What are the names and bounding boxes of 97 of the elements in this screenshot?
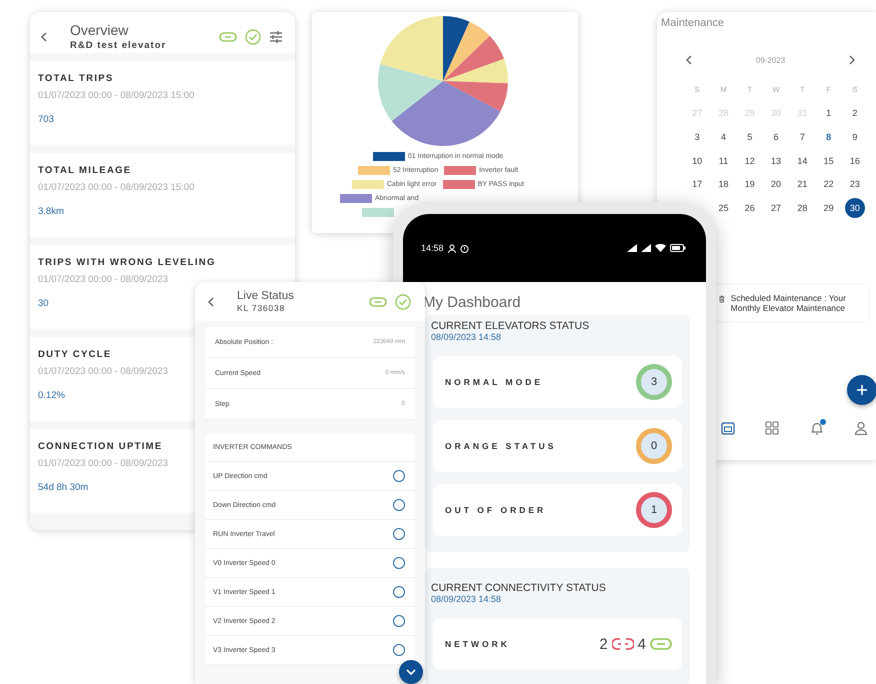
status-label: OUT OF ORDER	[445, 505, 546, 515]
calendar-day[interactable]: 5	[747, 126, 752, 147]
back-icon[interactable]	[207, 296, 215, 308]
calendar-day[interactable]: 6	[774, 126, 779, 147]
radio-button[interactable]	[393, 557, 405, 569]
metric-value: 3.8km	[38, 206, 64, 217]
calendar-day[interactable]: 22	[824, 174, 834, 194]
metric-label: TRIPS WITH WRONG LEVELING	[38, 257, 216, 268]
section-title: CURRENT CONNECTIVITY STATUS	[431, 582, 607, 594]
link-icon	[219, 30, 237, 42]
calendar-day[interactable]: 11	[718, 150, 728, 171]
calendar-day[interactable]: 20	[771, 174, 782, 194]
calendar-icon	[721, 420, 735, 435]
calendar-day[interactable]: 21	[797, 174, 808, 194]
trash-icon[interactable]	[719, 292, 725, 305]
metric-period: 01/07/2023 00:00 - 08/09/2023 15:00	[38, 182, 194, 193]
calendar-day[interactable]: 17	[692, 174, 702, 194]
clock-time: 14:58	[421, 243, 444, 253]
screen-title: Maintenance	[660, 17, 725, 29]
status-label: NORMAL MODE	[445, 377, 544, 387]
back-icon[interactable]	[40, 30, 48, 42]
calendar-day[interactable]: 19	[744, 174, 755, 194]
calendar-day[interactable]: 15	[824, 150, 834, 171]
radio-button[interactable]	[393, 499, 405, 511]
radio-button[interactable]	[393, 528, 405, 540]
calendar-day[interactable]: 4	[720, 126, 726, 147]
metric-label: TOTAL MILEAGE	[38, 165, 132, 176]
check-circle-icon	[245, 28, 261, 44]
notification-text: Scheduled Maintenance : Your Monthly Elevator Maintenance	[730, 292, 847, 313]
metric-period: 01/07/2023 00:00 - 08/09/2023	[38, 458, 168, 469]
calendar-day[interactable]: 12	[744, 150, 755, 171]
calendar-day[interactable]: 2	[852, 103, 858, 124]
radio-button[interactable]	[393, 615, 405, 627]
metric-label: CONNECTION UPTIME	[38, 441, 162, 452]
alarm-icon	[460, 244, 469, 252]
calendar-day[interactable]: 27	[771, 198, 782, 218]
calendar-day[interactable]: 16	[850, 150, 860, 171]
metric-value: 703	[38, 114, 54, 125]
metric-label: DUTY CYCLE	[38, 349, 112, 360]
calendar-day[interactable]: 25	[718, 198, 728, 218]
bell-icon	[810, 420, 824, 435]
add-button[interactable]	[847, 374, 876, 405]
action-button[interactable]	[399, 660, 423, 684]
calendar-day[interactable]: 29	[824, 198, 834, 218]
elevator-code: KL 736038	[237, 303, 286, 313]
metric-period: 01/07/2023 00:00 - 08/09/2023	[38, 274, 168, 285]
previous-month-icon[interactable]	[685, 54, 693, 66]
metric-value: 30	[38, 298, 49, 309]
sliders-icon[interactable]	[269, 30, 283, 44]
metric-period: 01/07/2023 00:00 - 08/09/2023 15:00	[38, 90, 194, 101]
check-circle-icon	[395, 294, 411, 310]
plus-icon	[857, 384, 867, 395]
month-label: 09-2023	[756, 56, 786, 64]
grid-icon	[765, 420, 780, 435]
radio-button[interactable]	[393, 586, 405, 598]
screen-title: Live Status	[237, 290, 294, 302]
online-count: 4	[638, 636, 646, 652]
calendar-day[interactable]: 9	[852, 126, 858, 147]
broken-link-icon	[612, 637, 634, 651]
timestamp: 08/09/2023 14:58	[431, 332, 502, 342]
calendar-day[interactable]: 14	[797, 150, 808, 171]
section-title: CURRENT ELEVATORS STATUS	[431, 320, 590, 332]
chevron-down-icon	[406, 668, 416, 676]
nav-tab[interactable]	[763, 418, 782, 437]
wifi-icon	[655, 244, 666, 252]
status-label: ORANGE STATUS	[445, 441, 556, 451]
metric-period: 01/07/2023 00:00 - 08/09/2023	[38, 366, 168, 377]
link-icon	[650, 637, 672, 651]
radio-button[interactable]	[393, 644, 405, 656]
link-icon	[369, 296, 387, 308]
status-count: 1	[636, 492, 672, 528]
calendar-day[interactable]: 30	[844, 198, 865, 218]
calendar-day[interactable]: 7	[800, 126, 805, 147]
calendar-day[interactable]: 13	[771, 150, 782, 171]
offline-count: 2	[599, 636, 608, 652]
metric-value: 54d 8h 30m	[38, 482, 88, 493]
radio-button[interactable]	[393, 470, 405, 482]
calendar-day[interactable]: 3	[694, 126, 700, 147]
battery-icon	[670, 244, 686, 252]
timestamp: 08/09/2023 14:58	[431, 594, 502, 604]
person-icon	[854, 420, 868, 435]
status-count: 3	[636, 364, 672, 400]
next-month-icon[interactable]	[848, 54, 856, 66]
calendar-day[interactable]: 8	[826, 126, 832, 147]
calendar-day[interactable]: 23	[850, 174, 860, 194]
metric-value: 0.12%	[38, 390, 65, 401]
status-count: 0	[636, 428, 672, 464]
calendar-day[interactable]: 1	[826, 103, 832, 124]
person-icon	[448, 244, 456, 252]
status-label: NETWORK	[445, 639, 510, 649]
metric-label: TOTAL TRIPS	[38, 73, 114, 84]
calendar-day[interactable]: 18	[718, 174, 728, 194]
elevator-name: R&D test elevator	[70, 40, 166, 51]
calendar-day[interactable]: 28	[797, 198, 808, 218]
screen-title: Overview	[70, 22, 130, 38]
calendar-day[interactable]: 26	[744, 198, 755, 218]
calendar-day[interactable]: 10	[692, 150, 702, 171]
